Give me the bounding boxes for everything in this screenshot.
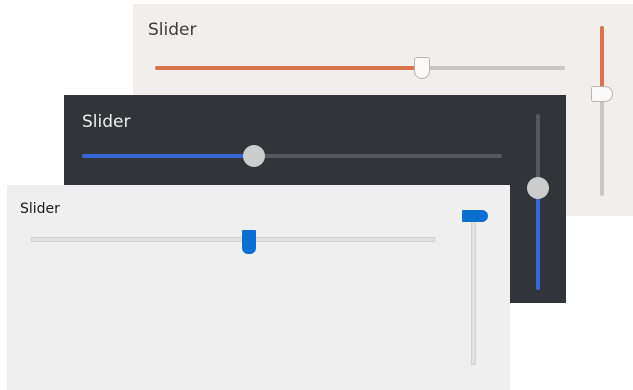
horizontal-slider-fill — [155, 66, 422, 70]
vertical-slider-handle[interactable] — [591, 86, 613, 102]
vertical-slider-track[interactable] — [527, 114, 549, 290]
horizontal-slider-track[interactable] — [82, 145, 502, 167]
window-title: Slider — [82, 112, 131, 132]
vertical-slider-track[interactable] — [591, 26, 613, 196]
horizontal-slider-fill — [82, 154, 255, 158]
vertical-slider-handle[interactable] — [462, 210, 488, 222]
vertical-slider-track[interactable] — [462, 210, 488, 365]
vertical-slider-handle[interactable] — [527, 176, 549, 199]
vertical-slider-fill — [536, 187, 540, 290]
window-title: Slider — [20, 201, 60, 217]
horizontal-slider-track[interactable] — [155, 57, 565, 79]
window-title: Slider — [148, 20, 197, 40]
slider-window-blue: Slider — [7, 185, 510, 390]
horizontal-slider-track[interactable] — [31, 230, 435, 254]
vertical-slider-fill — [600, 26, 604, 94]
horizontal-slider-handle[interactable] — [242, 230, 257, 254]
horizontal-slider-handle[interactable] — [413, 57, 430, 79]
horizontal-slider-handle[interactable] — [243, 145, 266, 167]
